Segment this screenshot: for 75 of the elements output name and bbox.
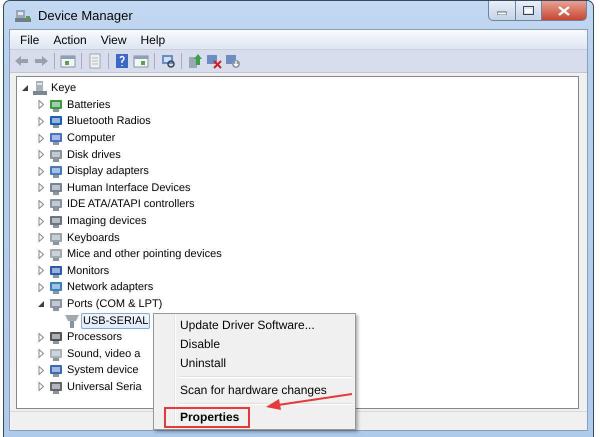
menu-item[interactable]: Properties (156, 408, 353, 427)
forward-arrow-icon[interactable] (33, 53, 49, 69)
tree-item[interactable]: Sound, video a (65, 346, 142, 362)
maximize-button[interactable] (516, 1, 542, 21)
uninstall-icon[interactable] (206, 53, 222, 69)
tree-item[interactable]: Keye (49, 80, 78, 96)
device-icon (48, 279, 64, 296)
expand-arrow-icon[interactable] (37, 349, 45, 358)
collapse-arrow-icon[interactable] (21, 84, 29, 92)
expand-arrow-icon[interactable] (37, 250, 45, 259)
window-title: Device Manager (38, 8, 134, 22)
device-icon (48, 130, 64, 146)
menu-item[interactable]: Disable (156, 335, 353, 354)
menu-item[interactable]: Update Driver Software... (156, 316, 353, 335)
tree-item[interactable]: Display adapters (65, 163, 151, 180)
tree-item[interactable]: Network adapters (65, 279, 156, 296)
tree-item[interactable]: System device (65, 362, 141, 378)
tree-item[interactable]: IDE ATA/ATAPI controllers (65, 196, 197, 212)
tree-item[interactable]: Ports (COM & LPT) (65, 296, 164, 312)
panel-icon[interactable] (133, 53, 149, 69)
expand-arrow-icon[interactable] (37, 266, 45, 276)
expand-arrow-icon[interactable] (37, 382, 45, 392)
tree-item[interactable]: Disk drives (65, 146, 123, 163)
menu-item[interactable]: Help (134, 32, 172, 46)
tree-item[interactable]: Imaging devices (65, 213, 148, 230)
menu-item[interactable]: Action (46, 32, 94, 46)
help-icon[interactable] (114, 53, 130, 69)
tree-item[interactable]: Bluetooth Radios (65, 113, 153, 130)
maximize-icon (523, 6, 534, 15)
minimize-button[interactable] (488, 1, 516, 21)
back-arrow-icon[interactable] (14, 53, 30, 69)
tree-item[interactable]: Universal Seria (65, 378, 144, 395)
menu-item[interactable]: View (94, 32, 134, 46)
tree-item[interactable]: Processors (65, 329, 124, 346)
expand-arrow-icon[interactable] (37, 366, 45, 375)
device-icon (48, 296, 64, 312)
menu-item[interactable]: Uninstall (156, 354, 353, 373)
device-icon (48, 329, 64, 346)
computer-icon (32, 80, 48, 96)
expand-arrow-icon[interactable] (37, 216, 45, 226)
expand-arrow-icon[interactable] (37, 282, 45, 292)
expand-arrow-icon[interactable] (37, 183, 45, 192)
enable-icon[interactable] (225, 53, 241, 69)
panel-icon[interactable] (60, 53, 76, 69)
close-button[interactable] (542, 1, 587, 21)
scan-icon[interactable] (160, 53, 176, 69)
expand-arrow-icon[interactable] (37, 200, 45, 209)
device-icon (48, 196, 64, 212)
expand-arrow-icon[interactable] (37, 166, 45, 176)
port-icon (64, 312, 80, 329)
tree-item[interactable]: Mice and other pointing devices (65, 246, 224, 262)
menu-item[interactable]: File (13, 32, 46, 46)
expand-arrow-icon[interactable] (37, 150, 45, 160)
close-icon (558, 6, 570, 16)
collapse-arrow-icon[interactable] (37, 300, 45, 308)
expand-arrow-icon[interactable] (37, 134, 45, 143)
expand-arrow-icon[interactable] (37, 332, 45, 342)
device-icon (48, 246, 64, 262)
expand-arrow-icon[interactable] (37, 116, 45, 126)
document-icon[interactable] (87, 53, 103, 69)
app-icon (14, 7, 32, 23)
expand-arrow-icon[interactable] (37, 100, 45, 110)
menu-item[interactable]: Scan for hardware changes (156, 381, 353, 400)
update-driver-icon[interactable] (187, 53, 203, 69)
device-icon (48, 163, 64, 180)
tree-item[interactable]: Computer (65, 130, 118, 146)
device-icon (48, 362, 64, 378)
device-icon (48, 113, 64, 130)
tree-item[interactable]: Keyboards (65, 230, 122, 246)
expand-arrow-icon[interactable] (37, 233, 45, 242)
tree-item[interactable]: Monitors (65, 262, 112, 279)
tree-item[interactable]: Human Interface Devices (65, 180, 192, 196)
tree-item[interactable]: Batteries (65, 96, 112, 113)
tree-item[interactable]: USB-SERIAL (81, 312, 150, 329)
device-icon (48, 213, 64, 230)
